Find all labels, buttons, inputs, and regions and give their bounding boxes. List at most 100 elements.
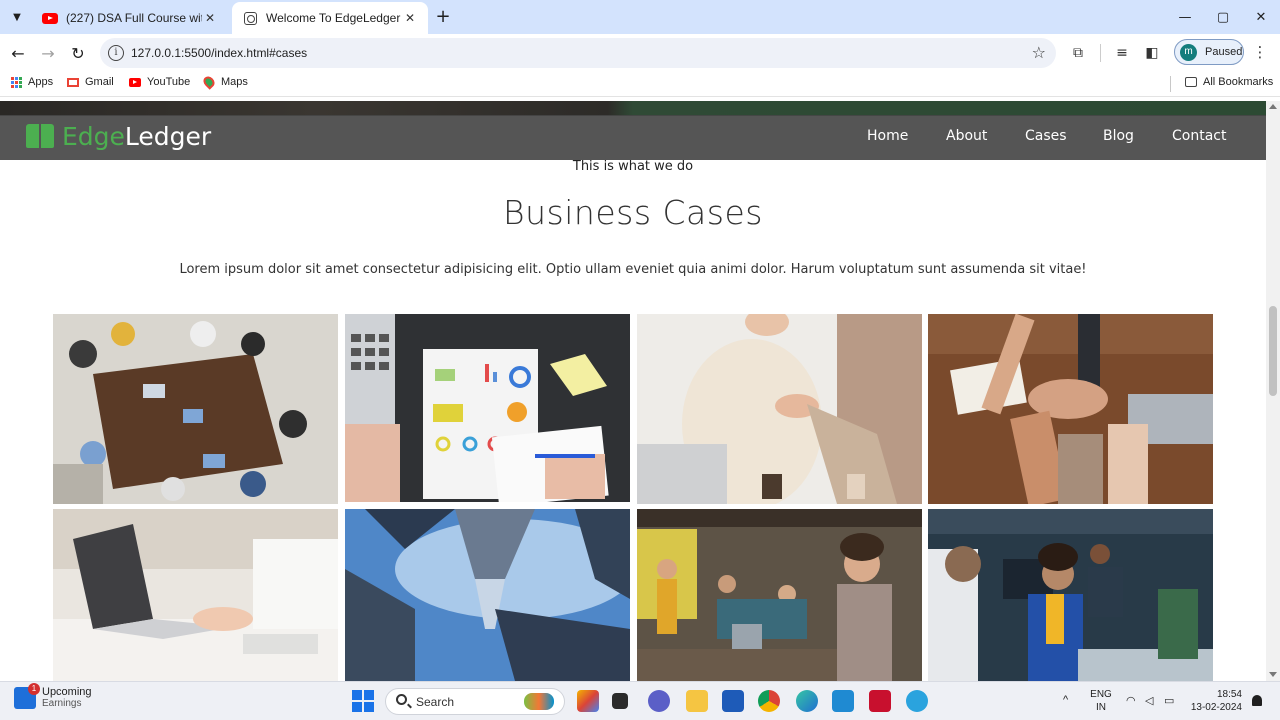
search-icon: [396, 694, 407, 705]
task-view-icon[interactable]: [612, 693, 628, 709]
all-bookmarks-button[interactable]: All Bookmarks: [1185, 76, 1273, 88]
close-window-button[interactable]: ✕: [1242, 0, 1280, 34]
more-menu-icon[interactable]: ⋮: [1252, 43, 1268, 63]
site-logo[interactable]: Edge Ledger: [25, 117, 211, 155]
bookmark-label: Gmail: [85, 76, 114, 88]
tab-search-button[interactable]: ▼: [6, 6, 28, 28]
case-image-laptop-typing[interactable]: [53, 509, 338, 681]
case-image-teamwork-hands[interactable]: [928, 314, 1213, 504]
widgets-button[interactable]: 1 Upcoming Earnings: [14, 682, 92, 709]
section-heading: Business Cases: [503, 193, 763, 232]
all-bookmarks-label: All Bookmarks: [1203, 76, 1274, 88]
info-icon[interactable]: i: [108, 45, 124, 61]
reload-icon: ↻: [71, 43, 85, 63]
microsoft-store-icon[interactable]: [722, 690, 744, 712]
case-image-smiling-woman-coworkers[interactable]: [928, 509, 1213, 681]
nav-home[interactable]: Home: [867, 128, 908, 144]
profile-status: Paused: [1205, 46, 1243, 58]
file-explorer-icon[interactable]: [686, 690, 708, 712]
chevron-down-icon: ▼: [13, 11, 21, 23]
maximize-button[interactable]: ▢: [1204, 0, 1242, 34]
scroll-down-icon[interactable]: [1269, 672, 1277, 677]
toolbar-divider: [1100, 44, 1101, 62]
tab-title: (227) DSA Full Course with Prac: [66, 11, 202, 25]
bookmark-star-icon[interactable]: ☆: [1032, 43, 1046, 62]
tab-title: Welcome To EdgeLedger: [266, 11, 401, 25]
site-navbar: Edge Ledger Home About Cases Blog Contact: [0, 115, 1266, 160]
chrome-icon[interactable]: [758, 690, 780, 712]
bookmark-youtube[interactable]: YouTube: [129, 76, 190, 88]
wifi-icon[interactable]: ◠: [1126, 694, 1136, 707]
forward-button[interactable]: →: [36, 41, 60, 65]
close-tab-icon[interactable]: ✕: [202, 11, 218, 25]
reload-button[interactable]: ↻: [66, 41, 90, 65]
windows-taskbar: 1 Upcoming Earnings Search ^ ENG IN ◠ ◁ …: [0, 681, 1280, 720]
bookmarks-bar: Apps Gmail YouTube Maps All Bookmarks: [0, 72, 1280, 97]
show-hidden-icons-icon[interactable]: ^: [1063, 694, 1068, 706]
edge-icon[interactable]: [796, 690, 818, 712]
hero-background-strip: [0, 101, 1266, 116]
widget-subtitle: Earnings: [42, 698, 82, 709]
windows-start-icon[interactable]: [352, 690, 374, 712]
bookmark-label: Apps: [28, 76, 54, 88]
search-label: Search: [416, 695, 455, 709]
nav-cases[interactable]: Cases: [1025, 128, 1067, 144]
media-control-icon[interactable]: ≡: [1112, 43, 1132, 63]
taskbar-search[interactable]: Search: [385, 688, 565, 715]
tab-strip: ▼ (227) DSA Full Course with Prac ✕ Welc…: [0, 0, 1280, 34]
bookmark-gmail[interactable]: Gmail: [67, 76, 114, 88]
region-code: IN: [1096, 702, 1106, 713]
section-kicker: This is what we do: [572, 159, 694, 174]
scroll-up-icon[interactable]: [1269, 104, 1277, 109]
nav-about[interactable]: About: [946, 128, 987, 144]
clock-date: 13-02-2024: [1190, 702, 1242, 713]
input-language[interactable]: ENG IN: [1090, 688, 1112, 714]
arrow-right-icon: →: [41, 43, 55, 63]
address-bar[interactable]: i 127.0.0.1:5500/index.html#cases ☆: [100, 38, 1056, 68]
gmail-icon: [67, 76, 79, 88]
notification-bell-icon[interactable]: [1252, 695, 1262, 706]
case-image-handshake[interactable]: [637, 314, 922, 504]
mcafee-icon[interactable]: [869, 690, 891, 712]
widget-title: Upcoming: [42, 686, 92, 698]
bookmark-label: Maps: [221, 76, 248, 88]
apps-icon: [10, 76, 22, 88]
brand-edge: Edge: [62, 121, 125, 151]
language-code: ENG: [1090, 689, 1112, 700]
extensions-icon[interactable]: ⧉: [1068, 43, 1088, 63]
folder-icon: [1185, 76, 1197, 88]
case-image-smiling-woman-office[interactable]: [637, 509, 922, 681]
copilot-icon[interactable]: [577, 690, 599, 712]
battery-icon[interactable]: ▭: [1164, 694, 1174, 707]
book-icon: [25, 124, 55, 148]
minimize-button[interactable]: —: [1166, 0, 1204, 34]
youtube-icon: [129, 76, 141, 88]
case-image-team-meeting[interactable]: [53, 314, 338, 504]
tab-youtube[interactable]: (227) DSA Full Course with Prac ✕: [32, 2, 228, 34]
vscode-icon[interactable]: [832, 690, 854, 712]
system-clock[interactable]: 18:54 13-02-2024: [1186, 688, 1242, 714]
bookmarks-divider: [1170, 76, 1171, 92]
nav-contact[interactable]: Contact: [1172, 128, 1226, 144]
youtube-icon: [42, 10, 58, 26]
page-scrollbar[interactable]: [1266, 101, 1280, 681]
tab-edgeledger[interactable]: Welcome To EdgeLedger ✕: [232, 2, 428, 34]
browser-toolbar: ← → ↻ i 127.0.0.1:5500/index.html#cases …: [0, 34, 1280, 72]
volume-icon[interactable]: ◁: [1145, 694, 1153, 707]
bookmark-apps[interactable]: Apps: [10, 76, 53, 88]
nav-blog[interactable]: Blog: [1103, 128, 1134, 144]
side-panel-icon[interactable]: ◧: [1142, 43, 1162, 63]
close-tab-icon[interactable]: ✕: [402, 11, 418, 25]
url-text[interactable]: 127.0.0.1:5500/index.html#cases: [131, 46, 307, 60]
scrollbar-thumb[interactable]: [1269, 306, 1277, 396]
bookmark-maps[interactable]: Maps: [201, 74, 248, 90]
case-image-skyscrapers[interactable]: [345, 509, 630, 681]
arrow-left-icon: ←: [11, 43, 25, 63]
teams-chat-icon[interactable]: [648, 690, 670, 712]
telegram-icon[interactable]: [906, 690, 928, 712]
new-tab-button[interactable]: +: [432, 6, 454, 28]
back-button[interactable]: ←: [6, 41, 30, 65]
case-image-financial-charts[interactable]: [345, 314, 630, 502]
search-highlight-icon: [524, 693, 554, 710]
profile-button[interactable]: m Paused: [1174, 39, 1244, 65]
